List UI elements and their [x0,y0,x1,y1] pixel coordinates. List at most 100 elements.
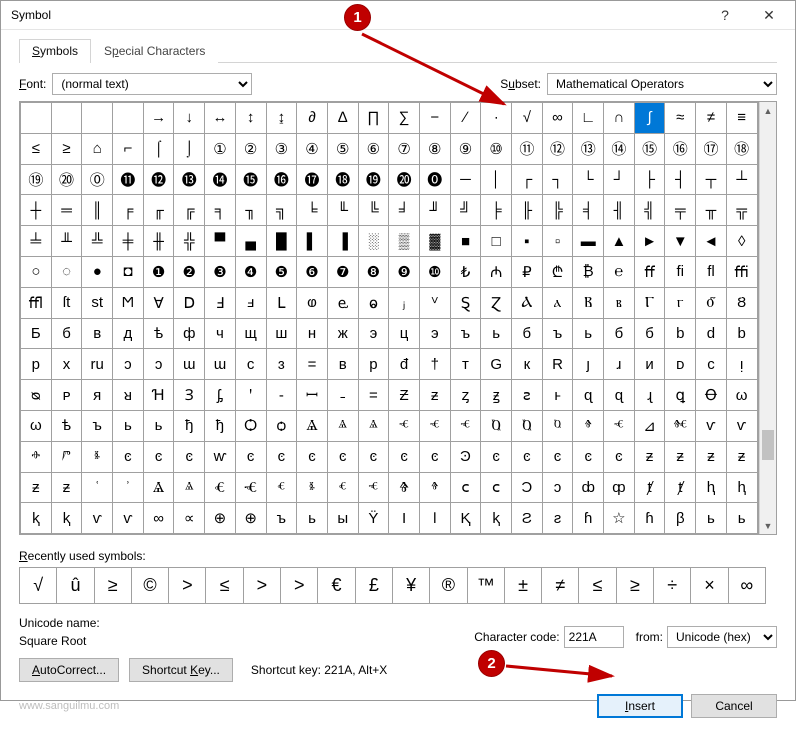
symbol-cell[interactable]: ᴄ [696,349,726,379]
symbol-cell[interactable]: ɔ [543,473,573,503]
symbol-cell[interactable]: ❼ [328,257,358,287]
symbol-cell[interactable]: ↓ [174,103,204,133]
symbol-cell[interactable]: ƶ [635,442,665,472]
symbol-cell[interactable]: ﬁ [665,257,695,287]
symbol-cell[interactable]: ○ [21,257,51,287]
symbol-cell[interactable]: ͼ [389,442,419,472]
symbol-cell[interactable]: Ⅾ [174,288,204,318]
symbol-cell[interactable]: ⱕ [359,473,389,503]
symbol-cell[interactable]: ƶ [696,442,726,472]
symbol-cell[interactable]: Ƨ [512,503,542,533]
grid-scrollbar[interactable]: ▲ ▼ [759,102,776,534]
symbol-cell[interactable]: b [727,319,757,349]
symbol-cell[interactable]: ⑧ [420,134,450,164]
symbol-cell[interactable]: ⅽ [451,473,481,503]
symbol-cell[interactable]: ╬ [174,226,204,256]
symbol-cell[interactable]: ђ [174,411,204,441]
symbol-cell[interactable]: э [420,319,450,349]
symbol-cell[interactable]: ⱕ [420,411,450,441]
symbol-cell[interactable]: ┐ [543,165,573,195]
symbol-cell[interactable]: ₺ [451,257,481,287]
recent-cell[interactable]: ± [505,568,541,603]
symbol-cell[interactable]: Ÿ [359,503,389,533]
symbol-cell[interactable]: ω [727,380,757,410]
symbol-cell[interactable]: ∝ [174,503,204,533]
symbol-cell[interactable]: ╧ [21,226,51,256]
symbol-cell[interactable]: ƶ [420,380,450,410]
symbol-cell[interactable]: p [359,349,389,379]
symbol-cell[interactable]: ⑦ [389,134,419,164]
symbol-cell[interactable]: ↔ [205,103,235,133]
symbol-cell[interactable]: н [297,319,327,349]
symbol-cell[interactable]: Ꝋ [696,380,726,410]
recent-cell[interactable]: ≤ [579,568,615,603]
symbol-cell[interactable]: ⌂ [82,134,112,164]
symbol-cell[interactable]: ƶ [52,473,82,503]
symbol-cell[interactable]: ┼ [21,195,51,225]
recent-cell[interactable]: £ [356,568,392,603]
tab-special-characters[interactable]: Special Characters [91,39,218,63]
symbol-cell[interactable]: ⑤ [328,134,358,164]
symbol-cell[interactable]: ⱶ [543,380,573,410]
scroll-down-icon[interactable]: ▼ [760,517,776,534]
symbol-cell[interactable]: ⑯ [665,134,695,164]
symbol-cell[interactable]: Ɔ [512,473,542,503]
symbol-cell[interactable]: ╔ [174,195,204,225]
symbol-cell[interactable]: c [236,349,266,379]
symbol-cell[interactable]: ∞ [543,103,573,133]
symbol-cell[interactable]: ђ [205,411,235,441]
symbol-cell[interactable]: ╡ [573,195,603,225]
symbol-cell[interactable]: ɹ [604,349,634,379]
symbol-cell[interactable]: ω [21,411,51,441]
symbol-cell[interactable]: ﬂ [696,257,726,287]
symbol-cell[interactable]: Ѻ [236,411,266,441]
symbol-cell[interactable]: ⱚ [21,442,51,472]
symbol-cell[interactable]: ʾ [113,473,143,503]
symbol-cell[interactable]: ȷ [573,349,603,379]
symbol-cell[interactable]: G [481,349,511,379]
font-combo[interactable]: (normal text) [52,73,252,95]
symbol-cell[interactable]: ȹ [604,473,634,503]
symbol-cell[interactable]: ⑱ [727,134,757,164]
symbol-cell[interactable]: ╙ [328,195,358,225]
symbol-cell[interactable]: ▲ [604,226,634,256]
symbol-cell[interactable]: ◊ [727,226,757,256]
symbol-cell[interactable]: ⓱ [297,165,327,195]
symbol-cell[interactable]: ≥ [52,134,82,164]
symbol-cell[interactable]: ≤ [21,134,51,164]
symbol-cell[interactable]: ѵ [727,411,757,441]
symbol-cell[interactable]: ӏ [420,503,450,533]
symbol-cell[interactable]: ь [144,411,174,441]
symbol-cell[interactable]: ɦ [635,503,665,533]
symbol-cell[interactable]: = [297,349,327,379]
symbol-cell[interactable]: ⱦ [665,473,695,503]
symbol-cell[interactable]: ▒ [389,226,419,256]
symbol-cell[interactable]: ц [389,319,419,349]
symbol-cell[interactable]: б [52,319,82,349]
symbol-cell[interactable]: √ [512,103,542,133]
symbol-cell[interactable]: в [328,349,358,379]
symbol-cell[interactable]: ╩ [82,226,112,256]
symbol-cell[interactable]: ⱦ [635,473,665,503]
from-combo[interactable]: Unicode (hex) [667,626,777,648]
symbol-cell[interactable]: ﬄ [21,288,51,318]
symbol-cell[interactable]: ╘ [297,195,327,225]
recent-cell[interactable]: > [244,568,280,603]
symbol-cell[interactable]: д [113,319,143,349]
symbol-cell[interactable]: ⱽ [420,288,450,318]
symbol-cell[interactable]: Ȿ [451,288,481,318]
symbol-cell[interactable]: ͼ [420,442,450,472]
symbol-cell[interactable] [21,103,51,133]
symbol-cell[interactable]: ⑰ [696,134,726,164]
symbol-cell[interactable]: ₿ [573,257,603,287]
symbol-cell[interactable]: ❾ [389,257,419,287]
symbol-cell[interactable]: ⱪ [481,503,511,533]
symbol-cell[interactable]: ▓ [420,226,450,256]
symbol-cell[interactable]: ɻ [635,380,665,410]
scroll-track[interactable] [760,119,776,517]
scroll-up-icon[interactable]: ▲ [760,102,776,119]
symbol-cell[interactable]: ▄ [236,226,266,256]
symbol-cell[interactable]: ⱷ [297,288,327,318]
symbol-cell[interactable]: ь [696,503,726,533]
symbol-cell[interactable]: щ [236,319,266,349]
